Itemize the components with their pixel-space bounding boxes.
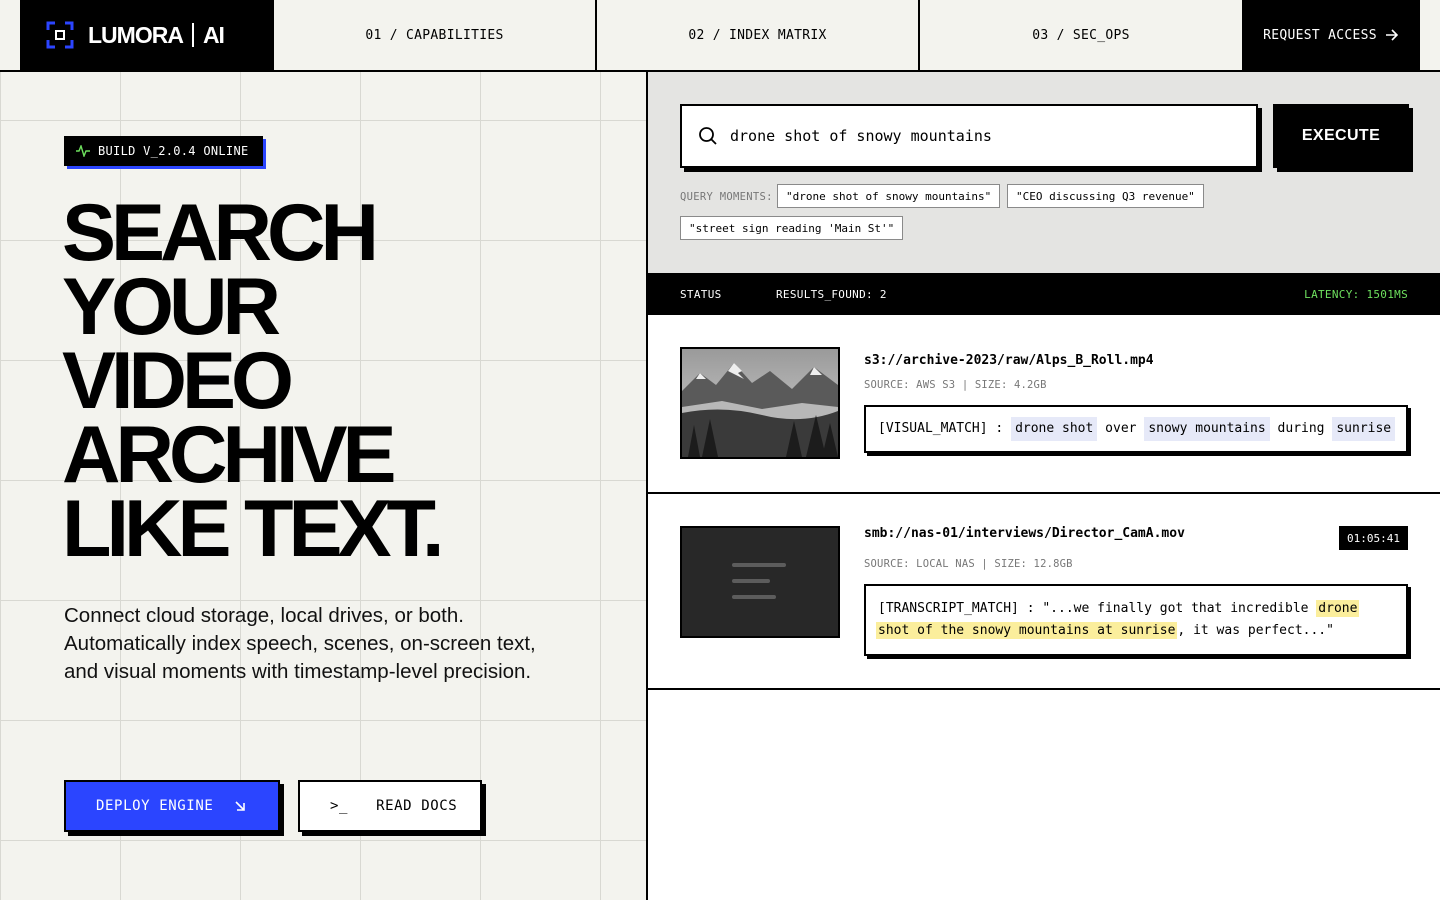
query-moments-label: QUERY MOMENTS: [680,191,773,203]
visual-match-box: [VISUAL_MATCH] : drone shot over snowy m… [864,405,1408,453]
arrow-right-icon [1385,29,1399,41]
viewfinder-icon [46,21,74,49]
transcript-icon [732,563,786,599]
video-thumbnail[interactable] [680,347,840,459]
timecode-badge[interactable]: 01:05:41 [1339,526,1408,550]
pulse-icon [76,145,90,157]
results-count: RESULTS_FOUND: 2 [776,288,887,301]
match-text: [TRANSCRIPT_MATCH] : "...we finally got … [878,601,1309,616]
file-path[interactable]: s3://archive-2023/raw/Alps_B_Roll.mp4 [864,353,1154,368]
build-status-text: BUILD V_2.0.4 ONLINE [98,144,249,158]
read-docs-label: READ DOCS [376,798,458,814]
query-chip[interactable]: "CEO discussing Q3 revenue" [1007,184,1204,208]
execute-button[interactable]: EXECUTE [1273,104,1409,168]
match-highlight: drone [1316,600,1360,617]
hero-headline: SEARCH YOUR VIDEO ARCHIVE LIKE TEXT. [62,188,622,574]
search-box[interactable] [680,104,1258,168]
brand-name: LUMORA [88,23,194,47]
nav-sec-ops[interactable]: 03 / SEC_OPS [920,0,1242,70]
match-text: over [1105,421,1137,436]
match-text: during [1277,421,1325,436]
match-highlight: shot of the snowy mountains at sunrise [876,622,1178,639]
status-bar: STATUS RESULTS_FOUND: 2 LATENCY: 1501MS [648,273,1440,315]
latency-readout: LATENCY: 1501MS [1304,288,1408,301]
headline-line: LIKE TEXT. [62,484,445,574]
request-access-label: REQUEST ACCESS [1263,27,1377,43]
hero-lead: Connect cloud storage, local drives, or … [64,604,536,683]
file-meta: SOURCE: AWS S3 | SIZE: 4.2GB [864,379,1047,391]
mountain-thumbnail-image [682,349,838,457]
match-token: drone shot [1011,417,1098,441]
build-status-badge: BUILD V_2.0.4 ONLINE [64,136,263,166]
query-chip[interactable]: "drone shot of snowy mountains" [777,184,1001,208]
headline-line: ARCHIVE [62,410,397,500]
match-token: sunrise [1332,417,1396,441]
nav-index-matrix[interactable]: 02 / INDEX MATRIX [597,0,920,70]
deploy-engine-button[interactable]: DEPLOY ENGINE [64,780,280,832]
result-item[interactable]: s3://archive-2023/raw/Alps_B_Roll.mp4 SO… [648,315,1440,494]
arrow-down-right-icon [235,801,245,811]
terminal-icon: >_ [330,798,349,814]
brand-suffix: AI [202,22,225,48]
results-list: s3://archive-2023/raw/Alps_B_Roll.mp4 SO… [648,315,1440,900]
file-path[interactable]: smb://nas-01/interviews/Director_CamA.mo… [864,526,1185,541]
headline-line: YOUR [62,262,281,352]
search-panel: EXECUTE QUERY MOMENTS: "drone shot of sn… [648,72,1440,273]
result-item[interactable]: smb://nas-01/interviews/Director_CamA.mo… [648,494,1440,690]
query-chip[interactable]: "street sign reading 'Main St'" [680,216,904,240]
headline-line: VIDEO [62,336,294,426]
headline-line: SEARCH [62,188,379,278]
deploy-engine-label: DEPLOY ENGINE [96,798,214,814]
nav-capabilities[interactable]: 01 / CAPABILITIES [274,0,597,70]
request-access-button[interactable]: REQUEST ACCESS [1242,0,1420,70]
brand-logo[interactable]: LUMORA AI [20,0,274,70]
hero-section: BUILD V_2.0.4 ONLINE SEARCH YOUR VIDEO A… [0,72,646,900]
file-meta: SOURCE: LOCAL NAS | SIZE: 12.8GB [864,558,1073,570]
search-input[interactable] [730,127,1230,145]
status-label: STATUS [680,288,722,301]
video-thumbnail[interactable] [680,526,840,638]
match-type-label: [VISUAL_MATCH] : [878,421,1004,436]
read-docs-button[interactable]: >_ READ DOCS [298,780,482,832]
transcript-match-box: [TRANSCRIPT_MATCH] : "...we finally got … [864,584,1408,656]
top-nav: LUMORA AI 01 / CAPABILITIES 02 / INDEX M… [0,0,1440,72]
search-icon [699,127,717,145]
match-text: , it was perfect..." [1177,623,1334,638]
match-token: snowy mountains [1144,417,1270,441]
